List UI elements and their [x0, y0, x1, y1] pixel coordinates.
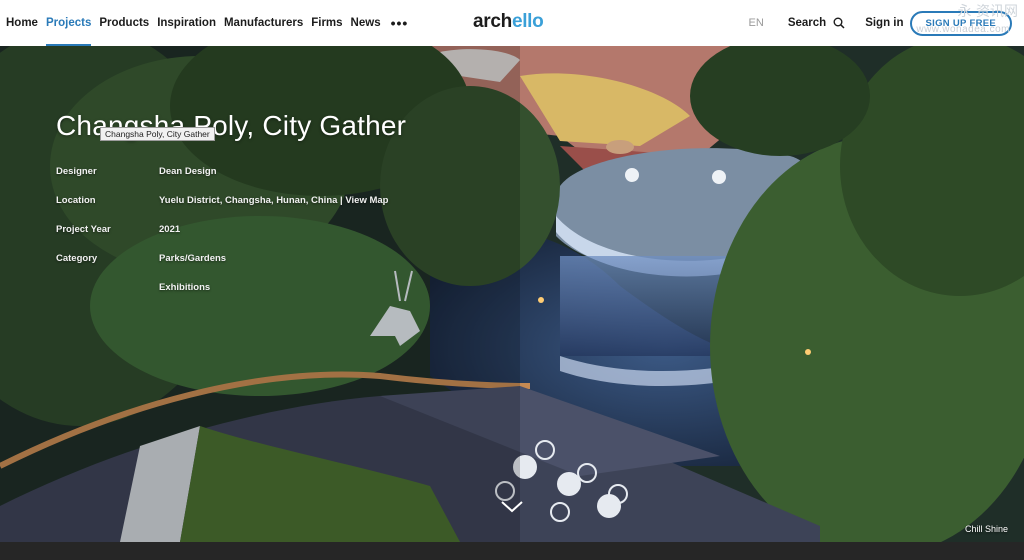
title-tooltip: Changsha Poly, City Gather — [100, 127, 215, 141]
logo-prefix: arch — [473, 11, 512, 32]
category-link-exhibitions[interactable]: Exhibitions — [159, 282, 210, 311]
signin-link[interactable]: Sign in — [865, 17, 903, 29]
year-value: 2021 — [159, 224, 181, 235]
bottom-bar — [0, 542, 1024, 560]
detail-label: Project Year — [56, 224, 111, 235]
detail-row-designer: Designer Dean Design — [56, 166, 388, 195]
detail-row-year: Project Year 2021 — [56, 224, 388, 253]
watermark-cn: 永 资讯网 — [957, 4, 1018, 20]
nav-home[interactable]: Home — [6, 0, 38, 46]
detail-label — [56, 282, 159, 311]
photo-credit: Chill Shine — [964, 524, 1008, 534]
location-value: Yuelu District, Changsha, Hunan, China |… — [159, 195, 389, 206]
detail-label: Category — [56, 253, 98, 264]
logo-accent: ello — [511, 11, 544, 32]
language-switch[interactable]: EN — [749, 17, 764, 29]
search-icon — [833, 17, 845, 29]
nav-inspiration[interactable]: Inspiration — [157, 0, 216, 46]
category-link-parks[interactable]: Parks/Gardens — [159, 253, 226, 282]
project-details: Designer Dean Design Location Yuelu Dist… — [56, 166, 388, 311]
chevron-down-icon[interactable] — [500, 500, 524, 514]
nav-manufacturers[interactable]: Manufacturers — [224, 0, 303, 46]
nav-products[interactable]: Products — [99, 0, 149, 46]
more-menu-button[interactable]: ••• — [391, 15, 409, 31]
nav-news[interactable]: News — [351, 0, 381, 46]
detail-label: Designer — [56, 166, 97, 177]
nav-projects[interactable]: Projects — [45, 0, 92, 46]
nav-firms[interactable]: Firms — [311, 0, 342, 46]
watermark-url: www.wonadea.com — [916, 24, 1010, 35]
location-text: Yuelu District, Changsha, Hunan, China — [159, 195, 338, 206]
detail-label: Location — [56, 195, 96, 206]
hero-image: Changsha Poly, City Gather Changsha Poly… — [0, 46, 1024, 542]
view-map-link[interactable]: View Map — [345, 195, 388, 206]
designer-link[interactable]: Dean Design — [159, 166, 217, 195]
archello-logo[interactable]: archello — [473, 11, 544, 33]
top-navigation: Home Projects Products Inspiration Manuf… — [0, 0, 1024, 46]
search-button[interactable]: Search — [788, 17, 845, 29]
detail-row-location: Location Yuelu District, Changsha, Hunan… — [56, 195, 388, 224]
main-menu: Home Projects Products Inspiration Manuf… — [6, 0, 408, 46]
search-label: Search — [787, 17, 827, 29]
detail-row-category-2: Exhibitions — [56, 282, 388, 311]
detail-row-category: Category Parks/Gardens — [56, 253, 388, 282]
